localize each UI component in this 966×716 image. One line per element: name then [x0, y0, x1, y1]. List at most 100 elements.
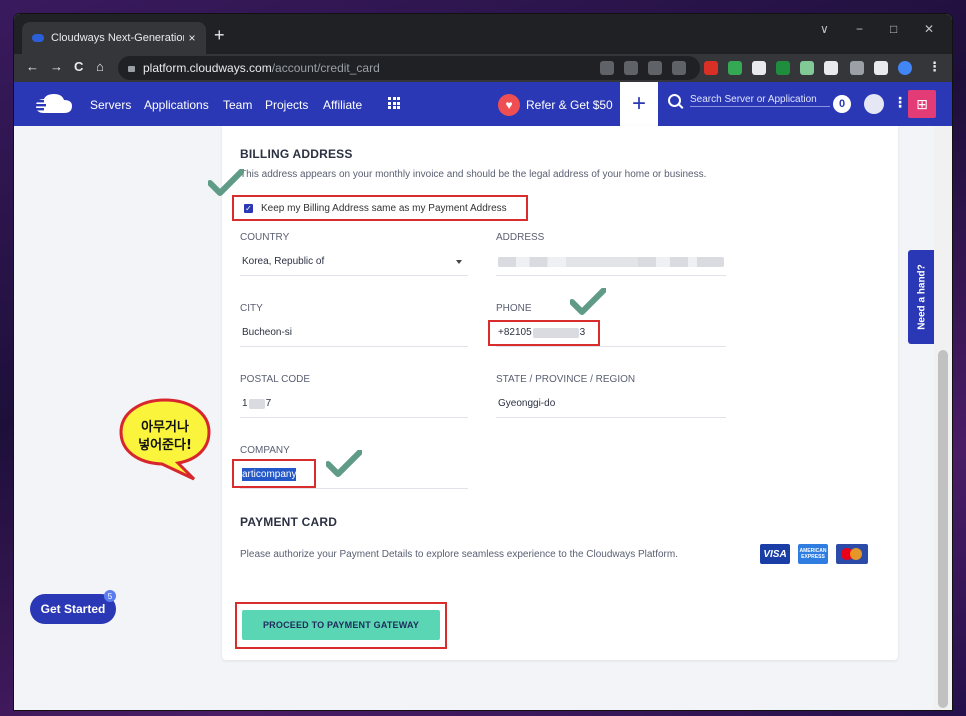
minimize-button[interactable]: −: [856, 22, 863, 36]
nav-projects[interactable]: Projects: [265, 98, 308, 112]
key-icon[interactable]: [600, 61, 614, 75]
payment-card-title: PAYMENT CARD: [240, 515, 338, 529]
get-started-button[interactable]: Get Started: [30, 594, 116, 624]
cloudways-logo[interactable]: [30, 93, 76, 115]
home-button[interactable]: ⌂: [96, 59, 104, 74]
billing-address-title: BILLING ADDRESS: [240, 147, 353, 161]
app-header: Servers Applications Team Projects Affil…: [14, 82, 952, 126]
puzzle-icon[interactable]: [824, 61, 838, 75]
star-icon[interactable]: [672, 61, 686, 75]
postal-code-input[interactable]: 1 7: [240, 390, 468, 418]
payment-description: Please authorize your Payment Details to…: [240, 549, 678, 560]
refer-button[interactable]: ♥ Refer & Get $50: [498, 94, 613, 116]
tab-close-icon[interactable]: ×: [184, 31, 200, 45]
amex-icon: AMERICAN EXPRESS: [798, 544, 828, 564]
notification-badge[interactable]: 0: [833, 95, 851, 113]
tab-strip: Cloudways Next-Generation Clo × + ∨ − □ …: [14, 14, 952, 54]
postal-code-label: POSTAL CODE: [240, 374, 311, 385]
url-path: /account/credit_card: [271, 61, 380, 75]
cloudways-favicon-icon: [32, 34, 44, 42]
nav-applications[interactable]: Applications: [144, 98, 209, 112]
nav-team[interactable]: Team: [223, 98, 252, 112]
heart-icon: ♥: [498, 94, 520, 116]
back-button[interactable]: ←: [26, 59, 39, 74]
address-bar: ← → C ⌂ platform.cloudways.com/account/c…: [14, 54, 952, 82]
extension-download-icon[interactable]: [752, 61, 766, 75]
checkbox-checked-icon[interactable]: ✓: [244, 203, 253, 213]
annotation-line-1: 아무거나: [141, 420, 189, 435]
postal-redacted: [248, 398, 265, 409]
city-input[interactable]: Bucheon-si: [240, 319, 468, 347]
apps-grid-icon[interactable]: [388, 97, 400, 109]
extension-green-icon[interactable]: [728, 61, 742, 75]
postal-suffix: 7: [265, 398, 272, 409]
extension-leaf-icon[interactable]: [776, 61, 790, 75]
forward-button[interactable]: →: [50, 59, 63, 74]
company-highlight: [232, 459, 316, 488]
card-logos: VISA AMERICAN EXPRESS: [760, 544, 868, 564]
visa-icon: VISA: [760, 544, 790, 564]
address-label: ADDRESS: [496, 232, 545, 243]
proceed-highlight: PROCEED TO PAYMENT GATEWAY: [235, 602, 447, 649]
extension-red-icon[interactable]: [704, 61, 718, 75]
amex-line-2: EXPRESS: [801, 554, 825, 560]
search-input[interactable]: Search Server or Application: [690, 94, 830, 107]
need-a-hand-tab[interactable]: Need a hand?: [908, 250, 936, 344]
country-select[interactable]: Korea, Republic of: [240, 248, 468, 276]
url-host: platform.cloudways.com: [143, 61, 272, 75]
company-label: COMPANY: [240, 445, 290, 456]
tab-search-icon[interactable]: ∨: [820, 22, 829, 36]
maximize-button[interactable]: □: [890, 22, 897, 36]
lock-icon: [128, 66, 135, 72]
get-started-badge: 5: [104, 590, 116, 602]
need-a-hand-label: Need a hand?: [916, 264, 928, 330]
phone-highlight: [488, 320, 600, 346]
add-button[interactable]: +: [620, 82, 658, 126]
address-input[interactable]: [496, 248, 726, 276]
browser-window: Cloudways Next-Generation Clo × + ∨ − □ …: [14, 14, 952, 710]
new-tab-button[interactable]: +: [214, 26, 225, 44]
reading-list-icon[interactable]: [850, 61, 864, 75]
city-label: CITY: [240, 303, 263, 314]
scrollbar-thumb[interactable]: [938, 350, 948, 708]
translate-icon[interactable]: [624, 61, 638, 75]
nav-servers[interactable]: Servers: [90, 98, 131, 112]
browser-tab[interactable]: Cloudways Next-Generation Clo ×: [22, 22, 206, 54]
search-bar[interactable]: Search Server or Application: [668, 94, 830, 107]
more-menu-icon[interactable]: ⋮: [893, 94, 907, 111]
country-label: COUNTRY: [240, 232, 290, 243]
avatar[interactable]: [864, 94, 884, 114]
browser-menu-icon[interactable]: ⋮: [928, 59, 941, 75]
check-mark-icon: [570, 288, 606, 315]
chevron-down-icon: [456, 260, 462, 264]
country-value: Korea, Republic of: [242, 256, 325, 267]
address-redacted: [498, 256, 724, 267]
state-input[interactable]: Gyeonggi-do: [496, 390, 726, 418]
state-value: Gyeonggi-do: [498, 398, 556, 409]
state-label: STATE / PROVINCE / REGION: [496, 374, 636, 385]
close-window-button[interactable]: ✕: [924, 22, 934, 36]
mastercard-icon: [836, 544, 868, 564]
side-panel-icon[interactable]: [874, 61, 888, 75]
phone-label: PHONE: [496, 303, 532, 314]
page-scrollbar[interactable]: [934, 126, 952, 710]
city-value: Bucheon-si: [242, 327, 293, 338]
reload-button[interactable]: C: [74, 59, 83, 74]
billing-description: This address appears on your monthly inv…: [240, 169, 707, 180]
nav-affiliate[interactable]: Affiliate: [323, 98, 362, 112]
same-address-checkbox-row[interactable]: ✓ Keep my Billing Address same as my Pay…: [232, 195, 528, 221]
profile-icon[interactable]: [898, 61, 912, 75]
check-mark-icon: [326, 450, 362, 477]
annotation-text: 아무거나 넣어준다!: [118, 419, 212, 455]
extension-shield-icon[interactable]: [800, 61, 814, 75]
refer-label: Refer & Get $50: [526, 98, 613, 112]
same-address-label: Keep my Billing Address same as my Payme…: [261, 202, 507, 214]
share-icon[interactable]: [648, 61, 662, 75]
gift-icon[interactable]: ⊞: [908, 90, 936, 118]
tab-title: Cloudways Next-Generation Clo: [51, 32, 184, 44]
proceed-to-payment-button[interactable]: PROCEED TO PAYMENT GATEWAY: [242, 610, 440, 640]
postal-prefix: 1: [242, 398, 248, 409]
billing-card: BILLING ADDRESS This address appears on …: [208, 126, 898, 660]
annotation-line-2: 넣어준다!: [138, 438, 192, 453]
search-icon: [668, 94, 681, 107]
